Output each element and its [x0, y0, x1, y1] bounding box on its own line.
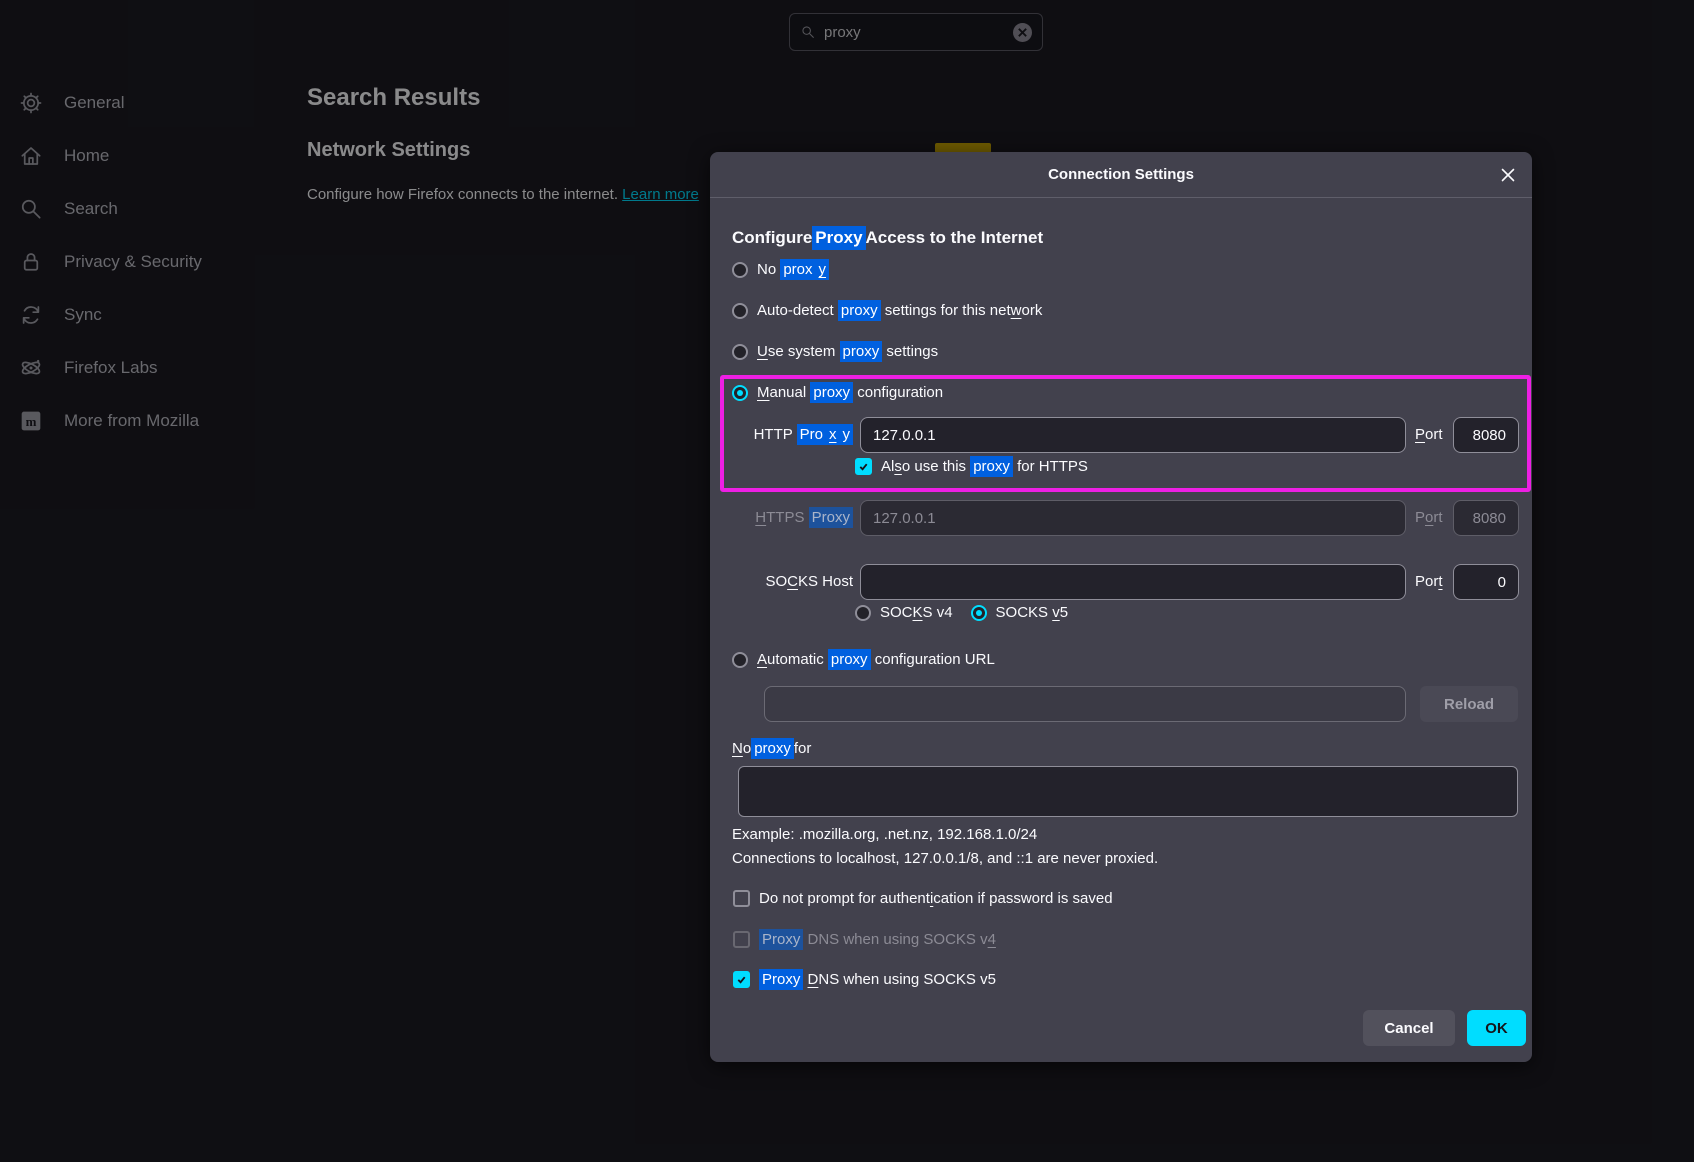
http-proxy-label: HTTP Pro x y — [720, 416, 853, 453]
radio-circle — [732, 261, 748, 278]
checkbox-proxy-dns-socks5[interactable]: Proxy DNS when using SOCKS v5 — [733, 969, 996, 990]
screen: proxy General Home Search Privacy & Secu… — [0, 0, 1694, 1162]
radio-no-proxy[interactable]: No prox y — [732, 259, 830, 280]
checkbox-share-proxy-https[interactable]: Also use this proxy for HTTPS — [855, 456, 1088, 477]
checkbox-label: Proxy DNS when using SOCKS v4 — [759, 929, 996, 950]
radio-socks-v4[interactable] — [855, 604, 871, 621]
radio-label: No prox y — [757, 259, 830, 280]
radio-manual-proxy[interactable]: Manual proxy configuration — [732, 382, 944, 403]
http-port-input[interactable] — [1453, 417, 1519, 453]
radio-label: Auto-detect proxy settings for this netw… — [757, 300, 1043, 321]
socks-port-label: Port — [1415, 573, 1443, 590]
close-icon[interactable] — [1494, 161, 1522, 189]
check-icon — [859, 463, 868, 471]
checkbox — [855, 458, 872, 475]
radio-socks-v5[interactable] — [970, 604, 987, 621]
radio-automatic-proxy-url[interactable]: Automatic proxy configuration URL — [732, 649, 995, 670]
dialog-heading: Configure Proxy Access to the Internet — [732, 226, 1043, 250]
https-proxy-label: HTTPS Proxy — [720, 499, 853, 536]
radio-use-system-proxy[interactable]: Use system proxy settings — [732, 341, 939, 362]
check-icon — [737, 976, 746, 984]
reload-button[interactable]: Reload — [1420, 686, 1518, 722]
https-port-input — [1453, 500, 1519, 536]
checkbox-label: Do not prompt for authentication if pass… — [759, 890, 1113, 907]
https-proxy-input — [860, 500, 1406, 536]
ok-button[interactable]: OK — [1467, 1010, 1526, 1046]
dialog-titlebar: Connection Settings — [710, 152, 1532, 198]
radio-auto-detect-proxy[interactable]: Auto-detect proxy settings for this netw… — [732, 300, 1043, 321]
checkbox-label: Also use this proxy for HTTPS — [881, 456, 1088, 477]
example-note: Example: .mozilla.org, .net.nz, 192.168.… — [732, 826, 1038, 843]
socks-version-row: SOCKS v4 SOCKS v5 — [855, 604, 1068, 621]
checkbox — [733, 890, 750, 907]
checkbox-no-auth-prompt[interactable]: Do not prompt for authentication if pass… — [733, 890, 1113, 907]
radio-label: SOCKS v5 — [995, 604, 1069, 621]
http-port-label: Port — [1415, 426, 1443, 443]
socks-port-input[interactable] — [1453, 564, 1519, 600]
checkbox-label: Proxy DNS when using SOCKS v5 — [759, 969, 996, 990]
radio-label: Use system proxy settings — [757, 341, 939, 362]
radio-label: Manual proxy configuration — [757, 382, 944, 403]
radio-circle — [732, 343, 748, 360]
no-proxy-for-label: No proxy for — [732, 738, 812, 759]
checkbox — [733, 931, 750, 948]
socks-host-label: SOCKS Host — [765, 573, 853, 590]
cancel-button[interactable]: Cancel — [1363, 1010, 1455, 1046]
radio-circle — [732, 384, 748, 401]
localhost-note: Connections to localhost, 127.0.0.1/8, a… — [732, 850, 1159, 867]
https-port-label: Port — [1415, 509, 1443, 526]
dialog-title: Connection Settings — [1048, 166, 1194, 183]
radio-label: SOCKS v4 — [880, 604, 953, 621]
checkbox — [733, 971, 750, 988]
radio-label: Automatic proxy configuration URL — [757, 649, 995, 670]
connection-settings-dialog: Connection Settings Configure Proxy Acce… — [710, 152, 1532, 1062]
checkbox-proxy-dns-socks4: Proxy DNS when using SOCKS v4 — [733, 929, 996, 950]
radio-circle — [732, 651, 748, 668]
http-proxy-input[interactable] — [860, 417, 1406, 453]
proxy-url-input — [764, 686, 1406, 722]
no-proxy-for-textarea[interactable] — [738, 766, 1518, 817]
socks-host-input[interactable] — [860, 564, 1406, 600]
radio-circle — [732, 302, 748, 319]
